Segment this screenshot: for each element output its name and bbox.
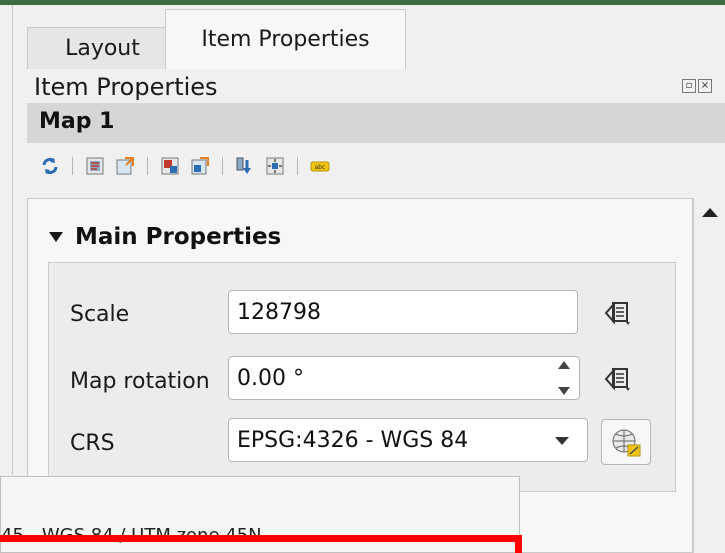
collapse-triangle-icon [49,232,63,242]
map-rotation-value: 0.00 ° [237,365,304,391]
scroll-up-arrow-icon[interactable] [702,208,718,217]
crs-combobox[interactable]: EPSG:4326 - WGS 84 [228,418,588,462]
toolbar-separator [147,157,148,175]
tab-item-properties[interactable]: Item Properties [165,9,406,69]
left-panel-divider [12,5,13,475]
spin-up-icon[interactable] [558,361,570,369]
tab-item-properties-label: Item Properties [201,27,370,52]
svg-text:abc: abc [315,164,326,171]
float-icon[interactable]: ▫ [682,79,696,93]
tab-bar: Layout Item Properties [13,5,725,69]
select-crs-button[interactable] [601,419,651,465]
chevron-down-icon [555,437,569,445]
refresh-icon[interactable] [40,156,60,176]
vertical-scrollbar[interactable] [693,198,725,553]
toolbar-separator [222,157,223,175]
globe-icon [612,429,641,457]
move-content-icon[interactable] [235,156,255,176]
set-scale-icon[interactable] [160,156,180,176]
tab-layout-label: Layout [65,36,140,61]
crs-value: EPSG:4326 - WGS 84 [237,427,469,453]
toolbar-separator [297,157,298,175]
item-header: Map 1 [27,103,725,143]
set-map-extent-icon[interactable] [85,156,105,176]
scale-label: Scale [70,302,130,327]
dock-title: Item Properties [34,73,218,101]
label-icon[interactable]: abc [310,156,330,176]
item-name: Map 1 [39,109,115,134]
map-rotation-spinbox[interactable]: 0.00 ° [228,356,580,400]
scale-input[interactable]: 128798 [228,290,578,334]
map-rotation-label: Map rotation [70,369,210,394]
scale-value: 128798 [237,299,321,325]
spin-down-icon[interactable] [558,387,570,395]
view-extent-in-map-canvas-icon[interactable] [115,156,135,176]
data-defined-override-icon[interactable] [598,293,638,333]
center-content-icon[interactable] [265,156,285,176]
dock-controls: ▫ × [682,79,712,93]
data-defined-override-icon[interactable] [598,359,638,399]
tab-layout[interactable]: Layout [27,27,178,69]
main-properties-header[interactable]: Main Properties [49,224,281,250]
spin-buttons[interactable] [555,361,573,395]
item-toolbar: abc [40,148,330,184]
close-icon[interactable]: × [698,79,712,93]
toolbar-separator [72,157,73,175]
view-scale-icon[interactable] [190,156,210,176]
crs-label: CRS [70,431,115,456]
annotation-highlight [0,535,522,553]
main-properties-title: Main Properties [75,224,282,250]
